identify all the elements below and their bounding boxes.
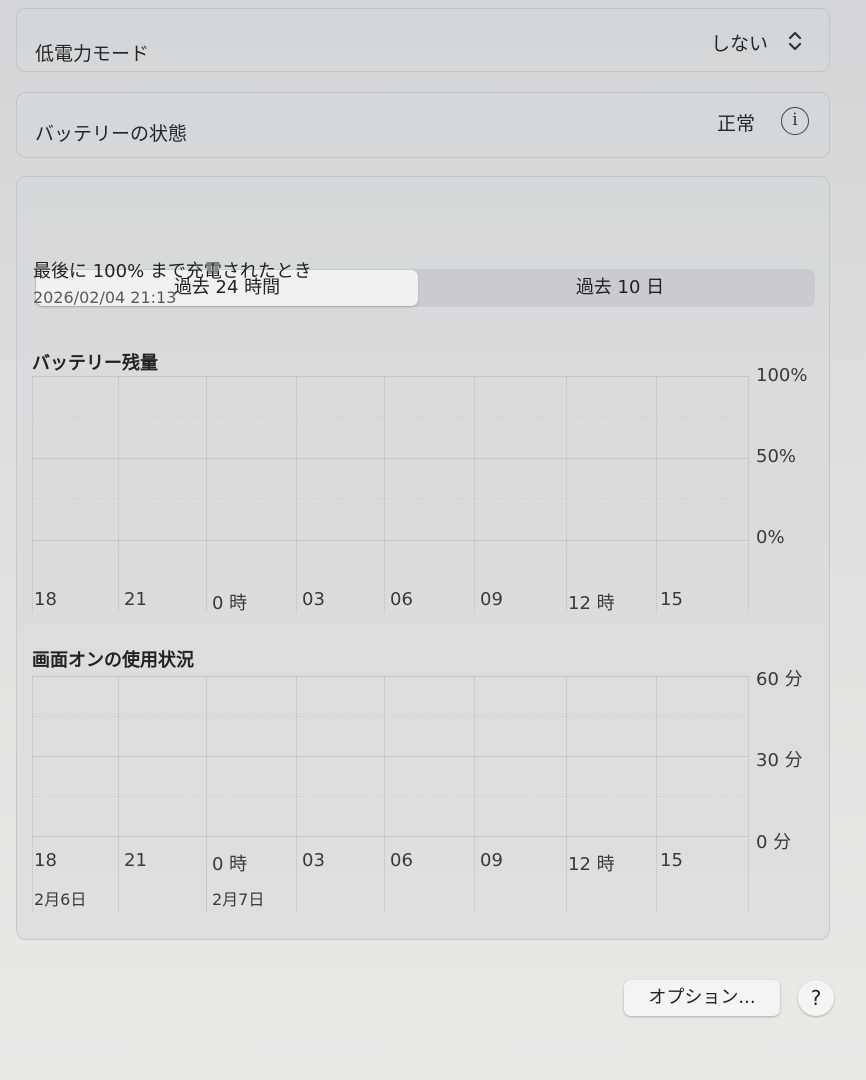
gridline-v [118,376,119,612]
last-full-charge-timestamp: 2026/02/04 21:13 [33,288,177,307]
x-tick-label: 15 [660,589,683,610]
battery-level-chart [32,376,749,612]
help-button[interactable]: ? [798,980,834,1016]
gridline-v [384,376,385,612]
gridline-v [474,376,475,612]
chevron-up-down-icon[interactable] [787,29,803,53]
gridline-v [296,376,297,612]
screen-usage-title: 画面オンの使用状況 [32,650,194,671]
x-tick-label: 09 [480,589,503,610]
x-tick-label: 03 [302,589,325,610]
tab-past-10-days[interactable]: 過去 10 日 [425,269,815,307]
gridline [32,756,748,757]
x-tick-label: 21 [124,850,147,871]
x-tick-label: 12 時 [568,593,615,614]
gridline [32,716,748,717]
last-full-charge-title: 最後に 100% まで充電されたとき [33,261,312,282]
battery-level-title: バッテリー残量 [32,353,158,374]
info-icon[interactable]: i [781,107,809,135]
x-tick-label: 15 [660,850,683,871]
gridline-v [656,676,657,912]
gridline-v [566,376,567,612]
low-power-mode-select[interactable]: しない [711,29,768,56]
date-label: 2月7日 [212,890,265,909]
gridline-v [656,376,657,612]
gridline-v [206,376,207,612]
gridline [32,458,748,459]
x-tick-label: 03 [302,850,325,871]
date-label: 2月6日 [34,890,87,909]
gridline [32,676,748,677]
gridline-v [206,676,207,912]
x-tick-label: 21 [124,589,147,610]
gridline-v [748,376,749,612]
battery-health-value: 正常 [717,113,756,135]
battery-health-row: バッテリーの状態 正常 i [16,92,830,158]
gridline [32,836,748,837]
y-tick-label: 100% [756,365,808,386]
gridline [32,796,748,797]
options-button[interactable]: オプション... [624,980,780,1016]
y-tick-label: 0 分 [756,832,792,853]
gridline [32,540,748,541]
battery-health-label: バッテリーの状態 [35,123,188,145]
gridline [32,376,748,377]
gridline-v [566,676,567,912]
low-power-mode-label: 低電力モード [35,43,150,65]
gridline-v [118,676,119,912]
x-tick-label: 06 [390,589,413,610]
x-tick-label: 12 時 [568,854,615,875]
y-tick-label: 50% [756,446,797,467]
x-tick-label: 0 時 [212,854,248,875]
y-tick-label: 60 分 [756,669,803,690]
gridline-v [32,676,33,912]
gridline-v [32,376,33,612]
gridline [32,498,748,499]
low-power-mode-row: 低電力モード しない [16,8,830,72]
gridline [32,417,748,418]
gridline-v [384,676,385,912]
screen-usage-chart [32,676,749,912]
gridline-v [474,676,475,912]
y-tick-label: 0% [756,527,785,548]
x-tick-label: 18 [34,589,57,610]
x-tick-label: 06 [390,850,413,871]
gridline-v [748,676,749,912]
x-tick-label: 18 [34,850,57,871]
gridline-v [296,676,297,912]
x-tick-label: 09 [480,850,503,871]
x-tick-label: 0 時 [212,593,248,614]
y-tick-label: 30 分 [756,750,803,771]
